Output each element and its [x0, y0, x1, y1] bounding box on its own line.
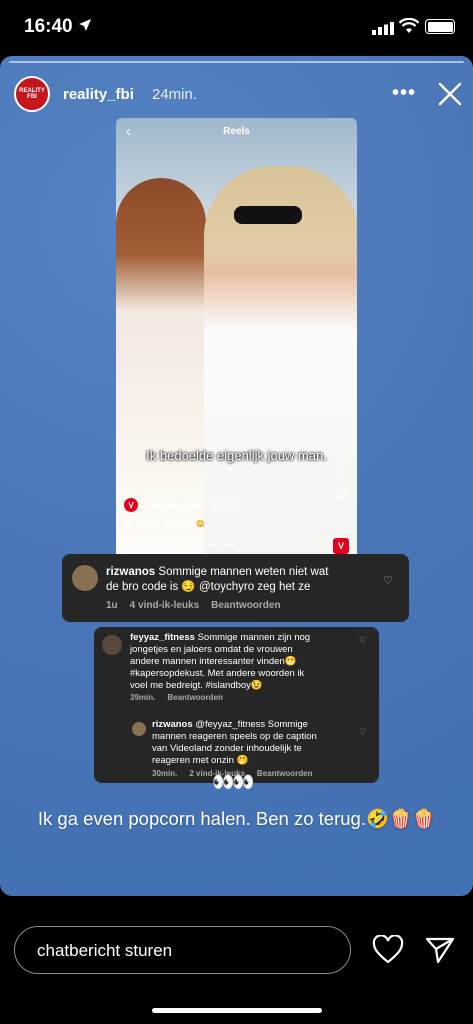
- message-input[interactable]: chatbericht sturen: [14, 926, 351, 974]
- story-progress-bar: [9, 61, 464, 63]
- reply-text: rizwanos @feyyaz_fitness Sommige mannen …: [152, 719, 317, 766]
- commenter-avatar: [72, 565, 98, 591]
- reel-people-count: 14 personen: [196, 542, 236, 549]
- reel-share-icon: [335, 488, 349, 501]
- reply-username: rizwanos: [152, 719, 193, 730]
- reel-videoland-badge: V: [333, 538, 349, 554]
- battery-icon: [425, 19, 455, 34]
- reel-audio-row: landonline · Origine 14 personen: [124, 542, 236, 549]
- videoland-logo: V: [124, 498, 138, 512]
- comment-text: rizwanos Sommige mannen weten niet wat d…: [106, 566, 329, 593]
- reel-follow-button: Volgen: [206, 499, 240, 511]
- wifi-icon: [399, 18, 419, 33]
- account-username[interactable]: reality_fbi: [63, 86, 134, 103]
- reel-comment-count: 10: [335, 468, 343, 475]
- story-text-overlay: Ik ga even popcorn halen. Ben zo terug.🤣…: [37, 808, 436, 829]
- signal-icon: [372, 22, 394, 35]
- reel-caption: Als dit maar goed gaat 😳 ...: [124, 521, 213, 528]
- comment-username: rizwanos: [106, 566, 156, 578]
- story-time: 24min.: [152, 86, 198, 103]
- more-options-icon[interactable]: •••: [392, 82, 416, 105]
- clock: 16:40: [24, 16, 73, 37]
- comment-text: feyyaz_fitness Sommige mannen zijn nog j…: [130, 632, 311, 691]
- reel-more-icon: ⋯: [340, 510, 349, 520]
- close-icon[interactable]: [438, 82, 462, 106]
- send-icon[interactable]: [425, 936, 455, 964]
- message-input-placeholder: chatbericht sturen: [37, 941, 173, 960]
- reply-avatar: [132, 722, 146, 736]
- heart-icon[interactable]: [372, 935, 404, 965]
- comment-username: feyyaz_fitness: [130, 632, 195, 643]
- home-indicator[interactable]: [152, 1008, 322, 1013]
- reel-comment-icon: ○: [340, 446, 349, 462]
- story-card[interactable]: REALITY FBI reality_fbi 24min. ••• ‹ Ree…: [0, 56, 473, 896]
- reel-screenshot: ‹ Reels Ik bedoelde eigenlijk jouw man. …: [116, 118, 357, 618]
- comment-meta: 1u 4 vind-ik-leuks Beantwoorden: [106, 600, 281, 611]
- account-avatar[interactable]: REALITY FBI: [14, 76, 50, 112]
- commenter-avatar: [102, 635, 122, 655]
- status-bar: 16:40: [0, 0, 473, 56]
- reel-account-row: V videolandonline Volgen: [124, 498, 240, 512]
- reply-heart-icon: ♡: [358, 727, 367, 737]
- comment-thread-card: feyyaz_fitness Sommige mannen zijn nog j…: [94, 627, 379, 783]
- comment-meta: 39min. Beantwoorden: [130, 693, 223, 702]
- comment-heart-icon: ♡: [358, 635, 367, 645]
- reel-person-right: [204, 166, 357, 576]
- reel-subtitle: Ik bedoelde eigenlijk jouw man.: [146, 448, 327, 463]
- reel-account-name: videolandonline: [142, 500, 203, 510]
- reel-title: Reels: [223, 126, 250, 137]
- location-arrow-icon: [79, 19, 91, 31]
- reel-sunglasses: [234, 206, 302, 224]
- comment-card: rizwanos Sommige mannen weten niet wat d…: [62, 554, 409, 622]
- reel-audio-label: landonline · Origine: [124, 542, 185, 549]
- comment-heart-icon: ♡: [383, 575, 393, 587]
- reel-heart-icon: ♡: [336, 404, 349, 420]
- eyes-emoji: 👀👀: [212, 772, 255, 792]
- reel-like-count: 258: [335, 426, 347, 433]
